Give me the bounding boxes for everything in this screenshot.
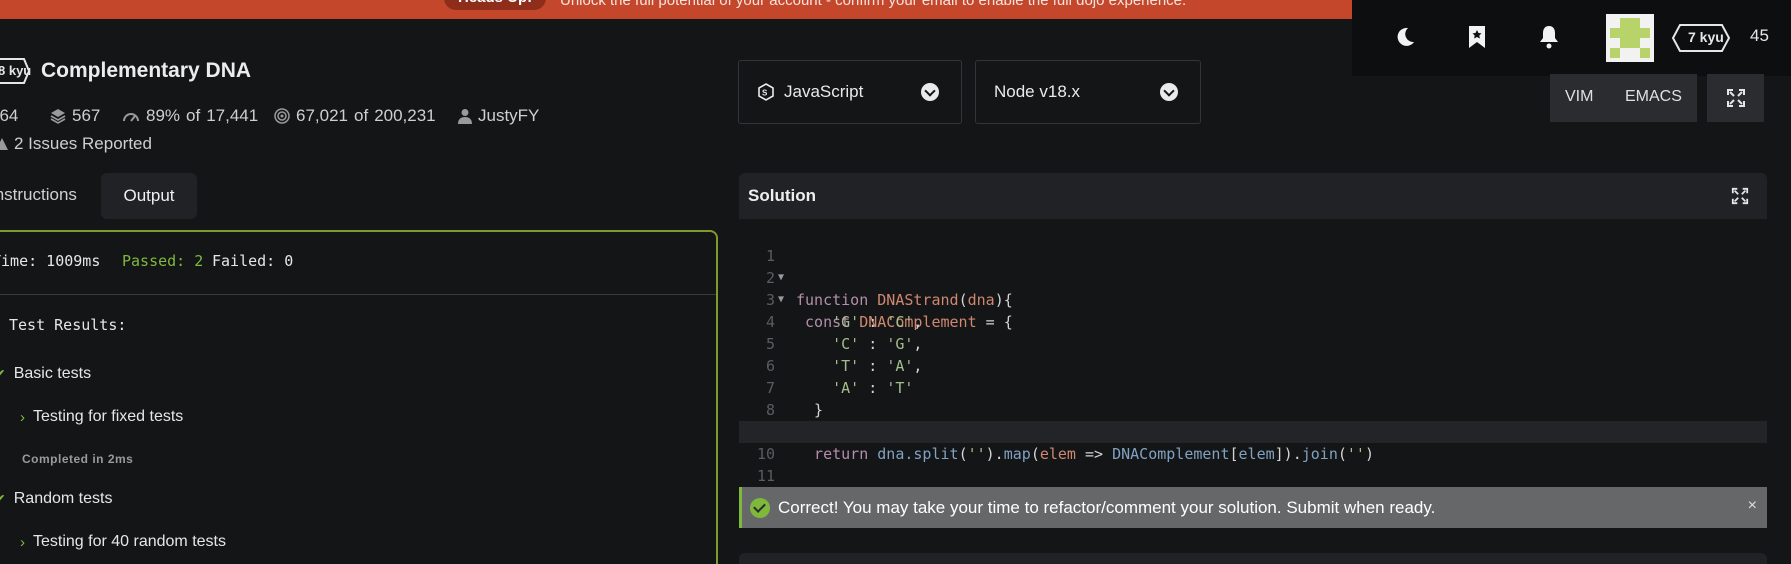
completed-count: 67,021 (296, 106, 348, 125)
success-message: Correct! You may take your time to refac… (778, 497, 1436, 517)
solution-header: Solution (739, 173, 1767, 219)
vim-mode-button[interactable]: VIM (1565, 88, 1593, 106)
expand-icon[interactable] (1731, 187, 1749, 205)
chevron-down-icon (1160, 83, 1178, 101)
code-editor[interactable]: 1 ▼ function DNAStrand(dna){ 2 ▼ const D… (739, 219, 1767, 507)
collections-stat: 567 (50, 106, 100, 126)
warning-icon (0, 138, 8, 150)
success-alert: Correct! You may take your time to refac… (739, 487, 1767, 528)
svg-text:S: S (762, 89, 768, 98)
issues-label[interactable]: 2 Issues Reported (14, 134, 152, 154)
test-case-name: Testing for 40 random tests (33, 533, 226, 550)
votes-count: 17,441 (206, 106, 259, 125)
check-icon: ✔ (0, 366, 6, 383)
codewars-trainer: Heads Up! Unlock the full potential of y… (0, 0, 1791, 564)
time-label: Time: 1009ms (0, 252, 101, 270)
email-confirm-banner: Heads Up! Unlock the full potential of y… (0, 0, 1360, 19)
kata-rank: 8 kyu (0, 63, 32, 78)
tab-output-label: Output (123, 186, 175, 205)
kata-title[interactable]: Complementary DNA (41, 59, 251, 83)
editor-mode-toggle: VIM EMACS (1550, 74, 1697, 122)
expand-icon (1726, 89, 1745, 107)
moon-icon[interactable] (1388, 20, 1422, 54)
emacs-mode-button[interactable]: EMACS (1625, 88, 1682, 106)
chevron-right-icon: › (20, 408, 25, 426)
satisfaction-of: of (186, 106, 201, 125)
completions-stat: 67,021 of 200,231 (274, 106, 436, 126)
code-line: 5 'T' : 'A', (739, 311, 1767, 375)
collections-count: 567 (72, 106, 101, 125)
satisfaction-rating: 89% (146, 106, 181, 125)
code-line: 3 'G' : 'C', (739, 267, 1767, 331)
failed-label: Failed: 0 (212, 252, 294, 270)
stars-stat[interactable]: 264 (0, 106, 18, 126)
results-title: Test Results: (9, 316, 127, 334)
attempts-count: 200,231 (374, 106, 436, 125)
test-case-fixed[interactable]: › Testing for fixed tests (20, 408, 183, 426)
satisfaction-stat: 89% of 17,441 (122, 106, 258, 126)
issues-reported[interactable]: 2 Issues Reported (0, 134, 152, 154)
gauge-icon (123, 113, 139, 122)
completed-of: of (354, 106, 369, 125)
author-name[interactable]: JustyFY (478, 106, 539, 126)
code-line: 9 return dna.split('').map(elem => DNACo… (739, 399, 1767, 463)
target-icon (274, 108, 290, 124)
line-number: 11 (756, 467, 775, 485)
test-case-name: Testing for fixed tests (33, 408, 184, 425)
close-icon[interactable]: × (1748, 497, 1757, 515)
fullscreen-button[interactable] (1707, 74, 1764, 122)
runtime-value: Node v18.x (994, 82, 1080, 101)
javascript-icon: S (758, 83, 774, 101)
test-group-name: Basic tests (13, 365, 92, 382)
test-case-random[interactable]: › Testing for 40 random tests (20, 533, 226, 551)
passed-label: Passed: 2 (122, 252, 204, 270)
banner-message[interactable]: Unlock the full potential of your accoun… (560, 0, 1186, 9)
chevron-right-icon: › (20, 533, 25, 551)
test-group-basic[interactable]: ✔ Basic tests (0, 365, 91, 383)
code-line: 8 (739, 377, 1767, 419)
heads-up-label: Heads Up! (444, 0, 547, 10)
code-line: 2 ▼ const DNAComplement = { (739, 245, 1767, 331)
bell-icon[interactable] (1532, 20, 1566, 54)
author-stat[interactable]: JustyFY (458, 106, 539, 126)
bookmark-icon[interactable] (1460, 20, 1494, 54)
completed-label: Completed in 2ms (22, 452, 134, 466)
divider (0, 294, 716, 295)
code-line: 11 } (739, 443, 1767, 507)
check-icon: ✔ (0, 491, 6, 508)
runtime-select[interactable]: Node v18.x (975, 60, 1201, 124)
next-panel-header (739, 553, 1767, 564)
code-line: 4 'C' : 'G', (739, 289, 1767, 353)
check-circle-icon (750, 497, 770, 518)
completed-time: Completed in 2ms (22, 452, 133, 466)
user-icon (458, 109, 472, 124)
results-heading: Test Results: (0, 316, 126, 334)
user-avatar[interactable] (1606, 14, 1654, 62)
tab-instructions[interactable]: Instructions (0, 185, 77, 205)
chevron-down-icon (921, 83, 939, 101)
code-line: 6 'A' : 'T' (739, 333, 1767, 397)
honor-count: 45 (1750, 26, 1769, 45)
stars-count: 264 (0, 106, 19, 125)
code-line: 7 } (739, 355, 1767, 419)
language-select[interactable]: S JavaScript (738, 60, 962, 124)
solution-title: Solution (748, 186, 816, 205)
output-panel (0, 230, 718, 564)
test-group-random[interactable]: ✔ Random tests (0, 490, 112, 508)
layers-icon (50, 109, 66, 124)
test-group-name: Random tests (13, 490, 113, 507)
tab-output[interactable]: Output (101, 173, 197, 219)
code-line: 1 ▼ function DNAStrand(dna){ (739, 223, 1767, 309)
language-value: JavaScript (784, 82, 864, 101)
user-rank: 7 kyu (1688, 29, 1724, 45)
code-line-active: 10 (739, 421, 1767, 463)
